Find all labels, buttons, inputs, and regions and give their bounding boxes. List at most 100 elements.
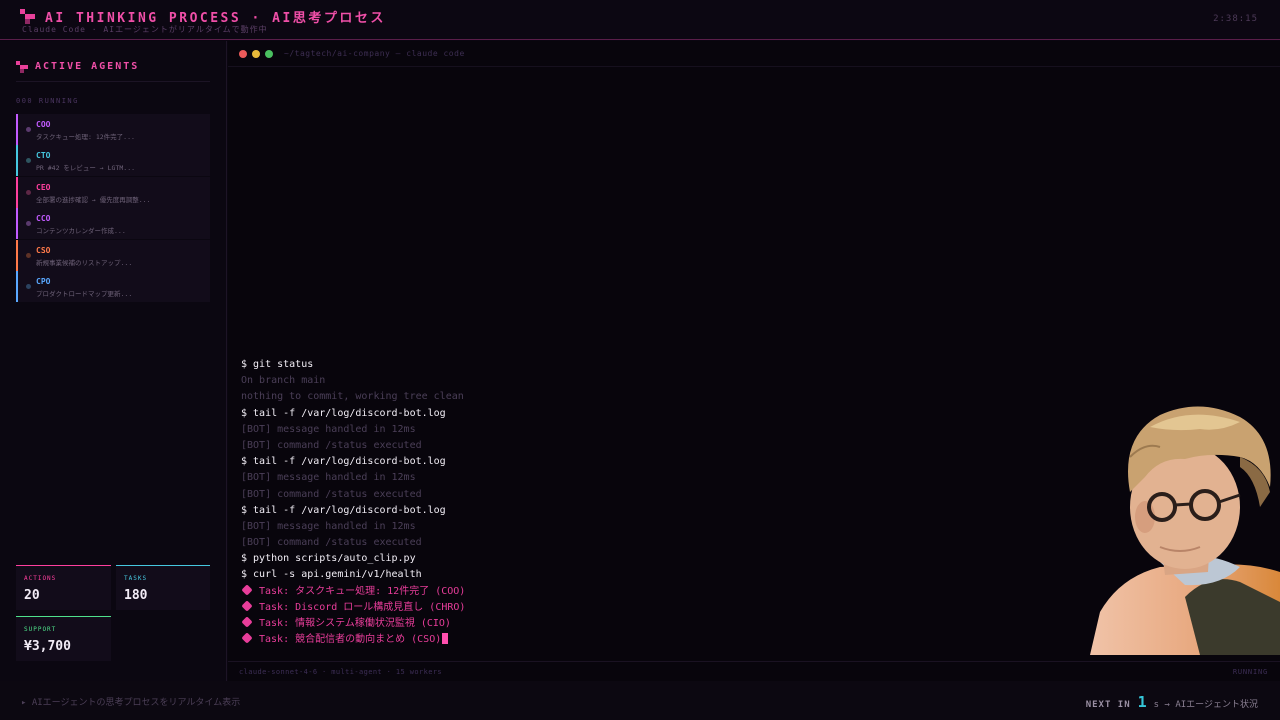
line-text: Task: Discord ロール構成見直し (CHRO) bbox=[259, 601, 466, 613]
output-line: On branch main bbox=[241, 373, 465, 389]
next-scene-indicator: NEXT IN 1 s → AIエージェント状況 bbox=[1086, 693, 1258, 711]
status-dot-icon bbox=[26, 158, 31, 164]
model-info: claude-sonnet-4-6 · multi-agent · 15 wor… bbox=[239, 668, 443, 676]
agent-status: 全部署の進捗確認 → 優先度再調整... bbox=[36, 195, 151, 204]
agent-name: CTO bbox=[36, 151, 51, 161]
page-subtitle: Claude Code · AIエージェントがリアルタイムで動作中 bbox=[22, 25, 268, 34]
task-bullet-icon bbox=[241, 600, 253, 612]
line-text: [BOT] message handled in 12ms bbox=[241, 520, 416, 532]
line-text: Task: 情報システム稼働状況監視 (CIO) bbox=[259, 618, 451, 629]
terminal-footer: claude-sonnet-4-6 · multi-agent · 15 wor… bbox=[228, 661, 1280, 681]
line-text: $ tail -f /var/log/discord-bot.log bbox=[241, 407, 446, 419]
agent-status: PR #42 をレビュー → LGTM... bbox=[36, 164, 136, 173]
line-text: $ git status bbox=[241, 359, 314, 370]
command-line: $ tail -f /var/log/discord-bot.log bbox=[241, 454, 465, 470]
stat-value: 20 bbox=[24, 588, 40, 603]
cursor-icon bbox=[442, 633, 449, 645]
status-dot-icon bbox=[26, 127, 31, 132]
agent-card-coo[interactable]: COO タスクキュー処理: 12件完了... bbox=[16, 114, 210, 145]
agent-status: コンテンツカレンダー作成... bbox=[36, 227, 126, 236]
stat-value: 180 bbox=[124, 588, 148, 603]
agent-card-cto[interactable]: CTO PR #42 をレビュー → LGTM... bbox=[16, 145, 210, 177]
stat-support: SUPPORT ¥3,700 bbox=[16, 616, 111, 661]
line-text: $ tail -f /var/log/discord-bot.log bbox=[241, 504, 446, 516]
line-text: $ tail -f /var/log/discord-bot.log bbox=[241, 456, 446, 468]
stat-label: TASKS bbox=[124, 575, 148, 582]
line-text: [BOT] command /status executed bbox=[241, 439, 422, 451]
status-dot-icon bbox=[26, 283, 31, 289]
task-line: Task: タスクキュー処理: 12件完了 (COO) bbox=[241, 583, 466, 600]
line-text: nothing to commit, working tree clean bbox=[241, 391, 464, 403]
agent-card-ceo[interactable]: CEO 全部署の進捗確認 → 優先度再調整... bbox=[16, 176, 210, 208]
status-dot-icon bbox=[26, 189, 31, 195]
agent-card-cso[interactable]: CSO 新規事業候補のリストアップ... bbox=[16, 239, 210, 271]
next-label: NEXT IN bbox=[1085, 700, 1131, 710]
active-agents-header: ACTIVE AGENTS bbox=[16, 61, 140, 73]
command-line: $ python scripts/auto_clip.py bbox=[241, 551, 465, 567]
agent-name: CCO bbox=[36, 214, 51, 224]
webcam-image bbox=[1090, 397, 1280, 655]
terminal-titlebar: ~/tagtech/ai-company — claude code bbox=[228, 41, 1280, 67]
output-line: [BOT] message handled in 12ms bbox=[241, 470, 465, 486]
output-line: [BOT] command /status executed bbox=[241, 487, 465, 503]
terminal-path: ~/tagtech/ai-company — claude code bbox=[284, 49, 465, 58]
line-text: On branch main bbox=[241, 375, 326, 387]
stat-tasks: TASKS 180 bbox=[116, 565, 210, 610]
sidebar: ACTIVE AGENTS 000 RUNNING COO タスクキュー処理: … bbox=[0, 41, 227, 681]
stat-actions: ACTIONS 20 bbox=[16, 565, 111, 610]
status-dot-icon bbox=[26, 252, 31, 258]
agent-list: COO タスクキュー処理: 12件完了... CTO PR #42 をレビュー … bbox=[16, 114, 210, 302]
command-line: $ curl -s api.gemini/v1/health bbox=[241, 567, 465, 583]
output-line: [BOT] command /status executed bbox=[241, 535, 465, 551]
agent-status: プロダクトロードマップ更新... bbox=[36, 289, 133, 298]
stat-label: SUPPORT bbox=[24, 626, 57, 633]
agent-name: CSO bbox=[36, 245, 51, 255]
command-line: $ git status bbox=[241, 357, 465, 373]
output-line: [BOT] message handled in 12ms bbox=[241, 519, 465, 535]
output-line: [BOT] command /status executed bbox=[241, 438, 465, 454]
line-text: $ curl -s api.gemini/v1/health bbox=[241, 569, 422, 581]
clock: 2:38:15 bbox=[1213, 14, 1258, 24]
command-line: $ tail -f /var/log/discord-bot.log bbox=[241, 406, 465, 422]
agent-status: タスクキュー処理: 12件完了... bbox=[36, 133, 135, 141]
close-icon[interactable] bbox=[239, 50, 247, 58]
agent-name: CPO bbox=[36, 276, 51, 286]
agent-status: 新規事業候補のリストアップ... bbox=[36, 258, 133, 267]
agent-name: CEO bbox=[36, 182, 51, 192]
line-text: Task: 競合配信者の動向まとめ (CSO) bbox=[259, 634, 442, 646]
line-text: [BOT] message handled in 12ms bbox=[241, 423, 416, 435]
divider bbox=[16, 81, 210, 82]
task-line: Task: Discord ロール構成見直し (CHRO) bbox=[241, 600, 465, 616]
agent-name: COO bbox=[36, 120, 51, 129]
line-text: [BOT] command /status executed bbox=[241, 488, 422, 500]
task-line: Task: 情報システム稼働状況監視 (CIO) bbox=[241, 616, 465, 632]
bottom-bar: ▸ AIエージェントの思考プロセスをリアルタイム表示 NEXT IN 1 s →… bbox=[0, 681, 1280, 720]
active-agents-title: ACTIVE AGENTS bbox=[35, 61, 140, 72]
command-line: $ tail -f /var/log/discord-bot.log bbox=[241, 503, 465, 519]
line-text: Task: タスクキュー処理: 12件完了 (COO) bbox=[259, 585, 466, 597]
line-text: [BOT] command /status executed bbox=[241, 537, 422, 549]
terminal-output: $ git status On branch main nothing to com… bbox=[241, 357, 465, 648]
line-text: [BOT] message handled in 12ms bbox=[241, 472, 416, 484]
logo-icon bbox=[20, 9, 35, 24]
output-line: nothing to commit, working tree clean bbox=[241, 389, 465, 405]
agents-icon bbox=[16, 61, 28, 73]
minimize-icon[interactable] bbox=[252, 50, 260, 58]
running-status: RUNNING bbox=[1232, 668, 1268, 676]
next-countdown: 1 bbox=[1137, 693, 1147, 711]
status-dot-icon bbox=[26, 221, 31, 227]
next-destination: s → AIエージェント状況 bbox=[1153, 700, 1258, 710]
task-bullet-icon bbox=[241, 583, 253, 596]
task-bullet-icon bbox=[241, 632, 253, 644]
output-line: [BOT] message handled in 12ms bbox=[241, 422, 465, 438]
header: AI THINKING PROCESS · AI思考プロセス Claude Co… bbox=[0, 0, 1280, 40]
maximize-icon[interactable] bbox=[265, 50, 273, 58]
agent-card-cco[interactable]: CCO コンテンツカレンダー作成... bbox=[16, 208, 210, 240]
running-count: 000 RUNNING bbox=[16, 97, 79, 105]
agent-card-cpo[interactable]: CPO プロダクトロードマップ更新... bbox=[16, 270, 210, 302]
stat-label: ACTIONS bbox=[24, 575, 57, 582]
task-line: Task: 競合配信者の動向まとめ (CSO) bbox=[241, 632, 465, 648]
stat-value: ¥3,700 bbox=[24, 639, 71, 654]
line-text: $ python scripts/auto_clip.py bbox=[241, 553, 416, 565]
task-bullet-icon bbox=[241, 616, 253, 628]
